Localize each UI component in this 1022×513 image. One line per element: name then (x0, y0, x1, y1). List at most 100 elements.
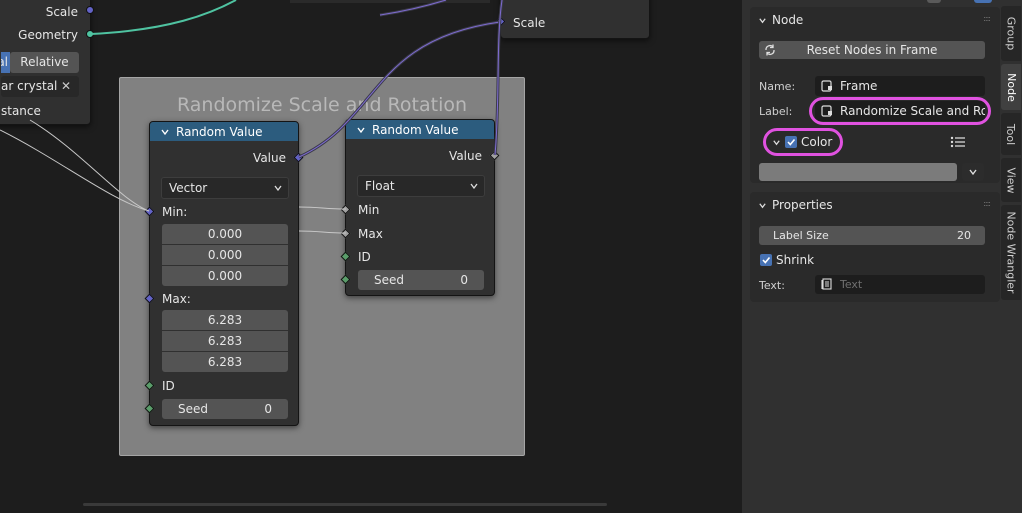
max-label: Max: (162, 292, 191, 306)
min-label: Min: (162, 205, 188, 219)
scrollbar-stub-blue[interactable] (974, 0, 992, 3)
text-label: Text: (759, 279, 785, 292)
node-header[interactable]: Random Value (150, 122, 298, 141)
geometry-output-socket[interactable] (86, 30, 94, 38)
checkmark-icon (762, 256, 771, 264)
shrink-checkbox[interactable] (760, 254, 772, 266)
chevron-down-icon[interactable] (758, 16, 767, 25)
chevron-down-icon[interactable] (758, 201, 767, 210)
reset-nodes-label: Reset Nodes in Frame (806, 43, 938, 57)
tab-label: View (1004, 166, 1018, 194)
name-label: Name: (759, 80, 796, 93)
label-size-value: 20 (957, 229, 971, 242)
tab-group[interactable]: Group (1001, 6, 1021, 61)
node-title: Random Value (372, 122, 459, 137)
panel-title[interactable]: Properties (772, 198, 833, 212)
max-x-field[interactable]: 6.283 (162, 310, 288, 330)
chevron-down-icon[interactable] (772, 138, 781, 147)
node-icon (821, 80, 832, 92)
object-info-node[interactable]: Scale Geometry al Relative ar crystal ✕ … (0, 0, 91, 125)
name-value: Frame (840, 79, 878, 93)
node-edge (290, 0, 490, 3)
chevron-down-icon (969, 169, 977, 176)
id-label: ID (358, 250, 371, 264)
tab-node[interactable]: Node (1001, 64, 1021, 110)
mode-relative-button[interactable]: Relative (10, 52, 79, 73)
seed-value: 0 (460, 273, 468, 287)
min-z-field[interactable]: 0.000 (162, 266, 288, 286)
frame-title: Randomize Scale and Rotation (176, 94, 468, 116)
label-size-field[interactable]: Label Size 20 (759, 226, 985, 245)
max-label: Max (358, 227, 383, 241)
random-value-float-node[interactable]: Random Value Value Float Min Max ID Seed… (345, 119, 495, 296)
data-type-dropdown[interactable]: Float (357, 175, 485, 197)
data-type-dropdown[interactable]: Vector (161, 177, 289, 199)
text-field[interactable]: Text (815, 275, 985, 294)
node-editor[interactable]: Scale Geometry al Relative ar crystal ✕ … (0, 0, 742, 513)
reset-nodes-button[interactable]: Reset Nodes in Frame (759, 41, 985, 59)
node-panel: Node :::: Reset Nodes in Frame Name: Fra… (750, 7, 1000, 183)
text-placeholder: Text (840, 278, 863, 291)
text-document-icon (821, 278, 832, 290)
scrollbar-stub[interactable] (927, 0, 941, 3)
seed-field[interactable]: Seed 0 (358, 270, 484, 290)
seed-field[interactable]: Seed 0 (162, 399, 288, 419)
color-presets-dropdown[interactable] (962, 163, 984, 181)
chevron-down-icon (274, 185, 282, 191)
id-label: ID (162, 379, 175, 393)
scale-output-label: Scale (45, 5, 78, 19)
clear-icon[interactable]: ✕ (61, 76, 71, 97)
min-x-field[interactable]: 0.000 (162, 224, 288, 244)
label-size-label: Label Size (773, 229, 829, 242)
color-label[interactable]: Color (801, 135, 832, 149)
color-checkbox[interactable] (785, 136, 797, 148)
object-field[interactable]: ar crystal ✕ (1, 76, 79, 97)
tab-label: Node Wrangler (1004, 211, 1018, 294)
checkmark-icon (787, 138, 796, 146)
scale-input-label: Scale (513, 16, 546, 30)
properties-panel: Properties :::: Label Size 20 Shrink Tex… (750, 192, 1000, 302)
seed-value: 0 (264, 402, 272, 416)
label-value: Randomize Scale and Ro... (840, 104, 985, 118)
scale-output-socket[interactable] (86, 6, 94, 14)
mode-original-label: al (1, 55, 8, 69)
random-value-vector-node[interactable]: Random Value Value Vector Min: 0.000 0.0… (149, 121, 299, 426)
label-field[interactable]: Randomize Scale and Ro... (815, 101, 985, 121)
collapse-chevron-icon[interactable] (356, 125, 366, 135)
object-field-value: ar crystal (1, 79, 58, 93)
tab-label: Node (1004, 72, 1018, 102)
value-output-label: Value (449, 149, 482, 163)
refresh-icon (765, 44, 775, 56)
min-y-field[interactable]: 0.000 (162, 245, 288, 265)
sidebar-tabs: Group Node Tool View Node Wrangler (1001, 6, 1022, 506)
max-y-field[interactable]: 6.283 (162, 331, 288, 351)
node-header[interactable]: Random Value (346, 120, 494, 139)
data-type-value: Vector (169, 181, 208, 195)
data-type-value: Float (365, 179, 395, 193)
tab-view[interactable]: View (1001, 158, 1021, 202)
drag-handle-icon[interactable]: :::: (983, 199, 991, 208)
instance-node[interactable]: Scale (500, 0, 650, 39)
shrink-label[interactable]: Shrink (776, 253, 814, 267)
geometry-link (90, 0, 237, 35)
mode-original-button[interactable]: al (1, 52, 10, 73)
horizontal-scrollbar[interactable] (83, 503, 607, 506)
seed-label: Seed (374, 273, 404, 287)
collapse-chevron-icon[interactable] (160, 127, 170, 137)
name-field[interactable]: Frame (815, 76, 985, 96)
value-output-label: Value (253, 151, 286, 165)
label-label: Label: (759, 105, 793, 118)
node-title: Random Value (176, 124, 263, 139)
drag-handle-icon[interactable]: :::: (983, 14, 991, 23)
tab-tool[interactable]: Tool (1001, 113, 1021, 155)
node-icon (821, 105, 832, 117)
seed-label: Seed (178, 402, 208, 416)
geometry-output-label: Geometry (18, 28, 78, 42)
color-swatch[interactable] (759, 163, 957, 181)
tab-node-wrangler[interactable]: Node Wrangler (1001, 205, 1021, 300)
tab-label: Tool (1004, 123, 1018, 145)
max-z-field[interactable]: 6.283 (162, 352, 288, 372)
panel-title[interactable]: Node (772, 13, 803, 27)
min-label: Min (358, 203, 380, 217)
list-icon[interactable] (950, 136, 966, 148)
